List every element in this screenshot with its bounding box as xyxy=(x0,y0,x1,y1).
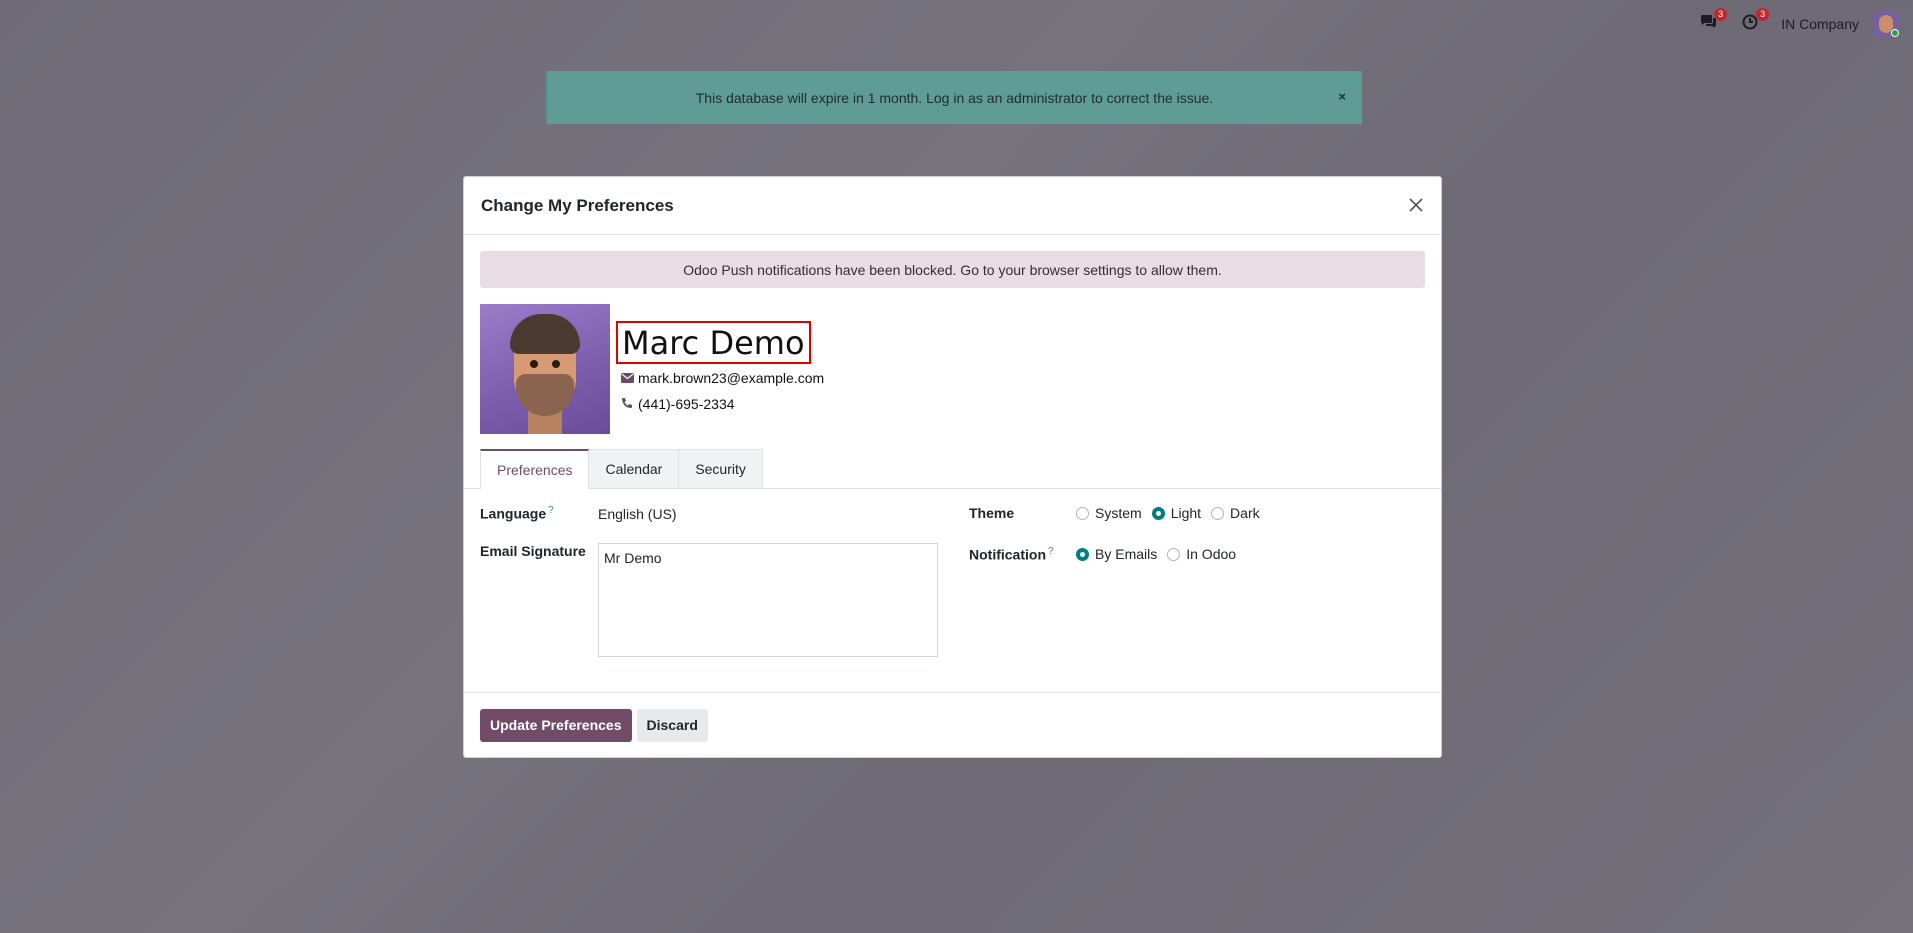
tab-calendar[interactable]: Calendar xyxy=(588,449,680,488)
discard-button[interactable]: Discard xyxy=(636,708,708,742)
help-tooltip-icon[interactable]: ? xyxy=(548,505,554,516)
tab-preferences[interactable]: Preferences xyxy=(480,449,590,489)
user-avatar-menu[interactable] xyxy=(1873,11,1899,37)
user-avatar-image[interactable] xyxy=(480,304,610,434)
user-email-row: mark.brown23@example.com xyxy=(620,370,824,386)
notification-option-emails[interactable]: By Emails xyxy=(1076,546,1157,562)
theme-option-system[interactable]: System xyxy=(1076,505,1142,521)
messages-button[interactable]: 3 xyxy=(1697,8,1728,35)
user-name: Marc Demo xyxy=(622,323,805,362)
preferences-form: Language? English (US) Email Signature M… xyxy=(464,489,1441,694)
expiry-message: This database will expire in 1 month. Lo… xyxy=(695,89,1214,106)
email-signature-editor[interactable]: Mr Demo xyxy=(598,543,938,657)
online-status-dot xyxy=(1891,29,1899,37)
expiry-close-button[interactable]: × xyxy=(1338,89,1346,104)
notification-label: Notification? xyxy=(969,546,1054,563)
activities-count-badge: 3 xyxy=(1756,8,1770,21)
top-navbar: 3 3 IN Company xyxy=(0,0,1913,48)
activities-button[interactable]: 3 xyxy=(1739,8,1770,35)
push-alert-text: Odoo Push notifications have been blocke… xyxy=(683,261,1222,278)
email-signature-label: Email Signature xyxy=(480,543,586,559)
user-name-highlight[interactable]: Marc Demo xyxy=(616,321,811,364)
close-icon[interactable] xyxy=(1408,195,1424,217)
messages-count-badge: 3 xyxy=(1714,8,1728,21)
theme-radio-group: System Light Dark xyxy=(1076,505,1270,521)
radio-button[interactable] xyxy=(1076,506,1089,520)
tab-security[interactable]: Security xyxy=(678,449,763,488)
notification-radio-group: By Emails In Odoo xyxy=(1076,546,1246,562)
theme-option-light[interactable]: Light xyxy=(1151,505,1201,521)
theme-label: Theme xyxy=(969,505,1015,521)
dialog-header: Change My Preferences xyxy=(464,177,1441,235)
radio-button-selected[interactable] xyxy=(1151,506,1165,520)
push-notification-alert: Odoo Push notifications have been blocke… xyxy=(480,251,1425,288)
dialog-footer: Update Preferences Discard xyxy=(464,692,1441,757)
user-email: mark.brown23@example.com xyxy=(638,370,825,386)
notification-option-odoo[interactable]: In Odoo xyxy=(1167,546,1236,562)
preferences-dialog: Change My Preferences Odoo Push notifica… xyxy=(463,176,1442,758)
radio-button[interactable] xyxy=(1211,506,1225,520)
user-phone: (441)-695-2334 xyxy=(638,396,735,412)
language-label: Language? xyxy=(480,505,554,522)
dialog-title: Change My Preferences xyxy=(481,195,674,215)
language-select[interactable]: English (US) xyxy=(598,506,677,522)
phone-icon xyxy=(620,397,634,412)
radio-button-selected[interactable] xyxy=(1076,547,1089,561)
user-profile-header: Marc Demo mark.brown23@example.com (441)… xyxy=(480,304,1425,434)
radio-button[interactable] xyxy=(1167,547,1181,561)
preferences-tabs: Preferences Calendar Security xyxy=(464,449,1441,489)
envelope-icon xyxy=(620,371,634,386)
theme-option-dark[interactable]: Dark xyxy=(1211,505,1260,521)
user-phone-row: (441)-695-2334 xyxy=(620,396,735,412)
database-expiry-banner: This database will expire in 1 month. Lo… xyxy=(545,71,1362,124)
company-switcher[interactable]: IN Company xyxy=(1781,16,1859,32)
help-tooltip-icon[interactable]: ? xyxy=(1048,546,1054,557)
update-preferences-button[interactable]: Update Preferences xyxy=(480,708,632,742)
